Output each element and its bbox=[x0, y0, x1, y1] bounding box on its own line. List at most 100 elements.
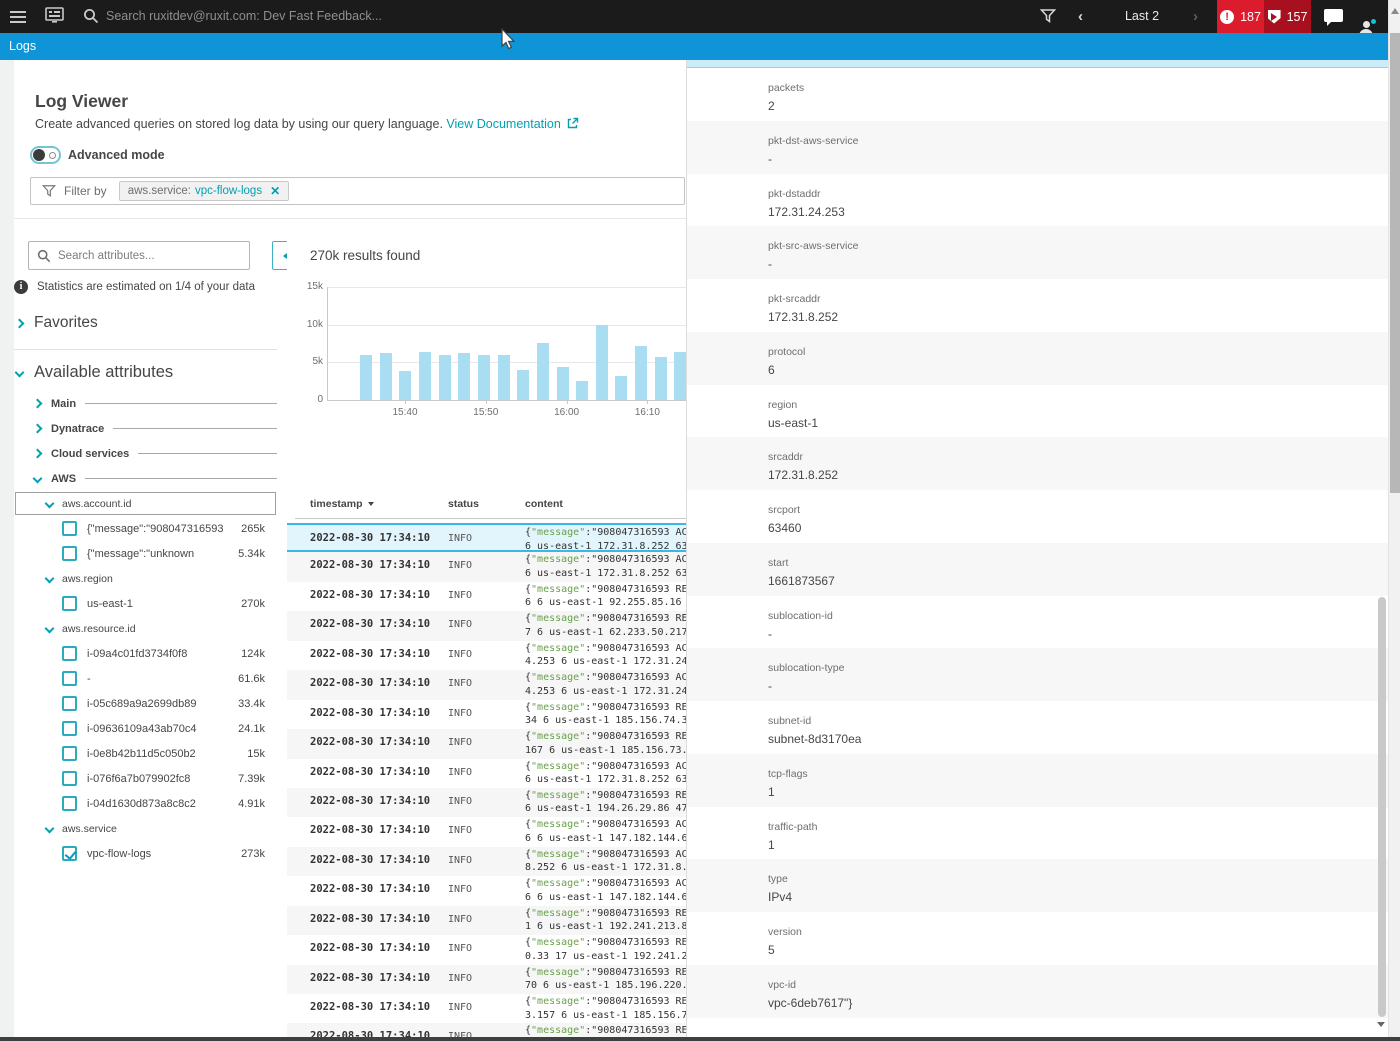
attribute-name: aws.service bbox=[62, 823, 117, 835]
log-timestamp: 2022-08-30 17:34:10 bbox=[310, 766, 430, 778]
global-search-input[interactable]: Search ruxitdev@ruxit.com: Dev Fast Feed… bbox=[106, 0, 382, 33]
table-row[interactable]: 2022-08-30 17:34:10INFO{"message":"90804… bbox=[287, 611, 686, 640]
attribute-value-row[interactable]: i-09a4c01fd3734f0f8124k bbox=[14, 641, 277, 666]
detail-panel-scrollbar[interactable] bbox=[1378, 597, 1386, 1017]
table-row[interactable]: 2022-08-30 17:34:10INFO{"message":"90804… bbox=[287, 759, 686, 788]
time-range-previous-icon[interactable]: ‹ bbox=[1078, 0, 1083, 33]
detail-field-key: tcp-flags bbox=[768, 754, 1388, 780]
hamburger-menu-icon[interactable] bbox=[10, 8, 26, 26]
filter-bar[interactable]: Filter by aws.service: vpc-flow-logs ✕ bbox=[30, 177, 685, 205]
group-label: Main bbox=[51, 398, 76, 410]
security-badge[interactable]: 157 bbox=[1264, 0, 1311, 33]
log-timestamp: 2022-08-30 17:34:10 bbox=[310, 589, 430, 601]
window-scrollbar[interactable] bbox=[1388, 0, 1400, 1041]
column-header-content[interactable]: content bbox=[525, 498, 563, 510]
chart-bar bbox=[674, 352, 686, 400]
table-row[interactable]: 2022-08-30 17:34:10INFO{"message":"90804… bbox=[287, 552, 686, 581]
attribute-group-aws[interactable]: AWS bbox=[14, 466, 277, 491]
search-icon[interactable] bbox=[83, 8, 99, 29]
attribute-group-cloud-services[interactable]: Cloud services bbox=[14, 441, 277, 466]
table-row[interactable]: 2022-08-30 17:34:10INFO{"message":"90804… bbox=[287, 935, 686, 964]
table-row[interactable]: 2022-08-30 17:34:10INFO{"message":"90804… bbox=[287, 729, 686, 758]
advanced-mode-toggle[interactable] bbox=[30, 146, 61, 164]
attribute-value-row[interactable]: i-076f6a7b079902fc87.39k bbox=[14, 766, 277, 791]
checkbox-checked[interactable] bbox=[62, 846, 77, 861]
attribute-value-row[interactable]: i-04d1630d873a8c8c24.91k bbox=[14, 791, 277, 816]
attribute-header-aws.region[interactable]: aws.region bbox=[14, 566, 277, 591]
scroll-up-icon[interactable] bbox=[1391, 8, 1399, 14]
filter-icon[interactable] bbox=[1040, 8, 1056, 29]
table-row[interactable]: 2022-08-30 17:34:10INFO{"message":"90804… bbox=[287, 700, 686, 729]
checkbox-unchecked[interactable] bbox=[62, 671, 77, 686]
table-row[interactable]: 2022-08-30 17:34:10INFO{"message":"90804… bbox=[287, 1023, 686, 1038]
chat-icon[interactable] bbox=[1324, 9, 1343, 22]
attribute-value-row[interactable]: -61.6k bbox=[14, 666, 277, 691]
attribute-group-main[interactable]: Main bbox=[14, 391, 277, 416]
table-row[interactable]: 2022-08-30 17:34:10INFO{"message":"90804… bbox=[287, 523, 686, 552]
favorites-section-header[interactable]: Favorites bbox=[16, 314, 98, 332]
column-header-timestamp[interactable]: timestamp bbox=[310, 498, 374, 510]
table-row[interactable]: 2022-08-30 17:34:10INFO{"message":"90804… bbox=[287, 788, 686, 817]
column-header-status[interactable]: status bbox=[448, 498, 479, 510]
attribute-header-aws.account.id[interactable]: aws.account.id bbox=[14, 491, 277, 516]
log-content: {"message":"908047316593 AC 4.253 6 us-e… bbox=[525, 642, 686, 669]
checkbox-unchecked[interactable] bbox=[62, 796, 77, 811]
table-row[interactable]: 2022-08-30 17:34:10INFO{"message":"90804… bbox=[287, 817, 686, 846]
log-status: INFO bbox=[448, 649, 472, 660]
table-row[interactable]: 2022-08-30 17:34:10INFO{"message":"90804… bbox=[287, 876, 686, 905]
problems-badge[interactable]: ! 187 bbox=[1217, 0, 1264, 33]
dashboards-icon[interactable] bbox=[45, 7, 64, 30]
table-row[interactable]: 2022-08-30 17:34:10INFO{"message":"90804… bbox=[287, 906, 686, 935]
log-timestamp: 2022-08-30 17:34:10 bbox=[310, 795, 430, 807]
table-row[interactable]: 2022-08-30 17:34:10INFO{"message":"90804… bbox=[287, 670, 686, 699]
checkbox-unchecked[interactable] bbox=[62, 746, 77, 761]
checkbox-unchecked[interactable] bbox=[62, 771, 77, 786]
search-attributes-input[interactable]: Search attributes... bbox=[28, 241, 250, 270]
checkbox-unchecked[interactable] bbox=[62, 596, 77, 611]
view-documentation-link[interactable]: View Documentation bbox=[446, 117, 560, 131]
table-row[interactable]: 2022-08-30 17:34:10INFO{"message":"90804… bbox=[287, 847, 686, 876]
table-row[interactable]: 2022-08-30 17:34:10INFO{"message":"90804… bbox=[287, 641, 686, 670]
attribute-value-row[interactable]: i-0e8b42b11d5c050b215k bbox=[14, 741, 277, 766]
chevron-down-icon bbox=[45, 624, 55, 634]
attribute-value-row[interactable]: {"message":"908047316593265k bbox=[14, 516, 277, 541]
checkbox-unchecked[interactable] bbox=[62, 646, 77, 661]
remove-filter-icon[interactable]: ✕ bbox=[270, 184, 280, 198]
table-row[interactable]: 2022-08-30 17:34:10INFO{"message":"90804… bbox=[287, 994, 686, 1023]
checkbox-unchecked[interactable] bbox=[62, 696, 77, 711]
attribute-name: aws.resource.id bbox=[62, 623, 136, 635]
filter-chip[interactable]: aws.service: vpc-flow-logs ✕ bbox=[119, 181, 289, 201]
attribute-value-row[interactable]: {"message":"unknown5.34k bbox=[14, 541, 277, 566]
time-range-next-icon[interactable]: › bbox=[1193, 0, 1198, 33]
attribute-value-row[interactable]: vpc-flow-logs273k bbox=[14, 841, 277, 866]
breadcrumb[interactable]: Logs bbox=[9, 33, 1388, 60]
attribute-value-label: i-09636109a43ab70c4 bbox=[87, 723, 238, 735]
chart-bar bbox=[655, 357, 667, 400]
checkbox-unchecked[interactable] bbox=[62, 521, 77, 536]
detail-field-value: 2 bbox=[768, 94, 1388, 113]
scroll-down-icon[interactable] bbox=[1377, 1022, 1385, 1027]
log-status: INFO bbox=[448, 1002, 472, 1013]
detail-field-row: sublocation-type- bbox=[687, 648, 1388, 701]
detail-fields: packets2pkt-dst-aws-service-pkt-dstaddr1… bbox=[687, 68, 1388, 1018]
chevron-right-icon bbox=[33, 449, 43, 459]
attribute-header-aws.service[interactable]: aws.service bbox=[14, 816, 277, 841]
attribute-value-row[interactable]: i-05c689a9a2699db8933.4k bbox=[14, 691, 277, 716]
attribute-value-row[interactable]: i-09636109a43ab70c424.1k bbox=[14, 716, 277, 741]
table-row[interactable]: 2022-08-30 17:34:10INFO{"message":"90804… bbox=[287, 582, 686, 611]
detail-field-row: subnet-idsubnet-8d3170ea bbox=[687, 701, 1388, 754]
attribute-value-row[interactable]: us-east-1270k bbox=[14, 591, 277, 616]
window-scrollbar-thumb[interactable] bbox=[1390, 33, 1400, 493]
attribute-header-aws.resource.id[interactable]: aws.resource.id bbox=[14, 616, 277, 641]
log-timestamp: 2022-08-30 17:34:10 bbox=[310, 559, 430, 571]
detail-field-row: traffic-path1 bbox=[687, 807, 1388, 860]
user-status-dot bbox=[1370, 18, 1377, 25]
log-content: {"message":"908047316593 AC 6 us-east-1 … bbox=[525, 760, 686, 787]
table-row[interactable]: 2022-08-30 17:34:10INFO{"message":"90804… bbox=[287, 965, 686, 994]
chevron-down-icon bbox=[45, 824, 55, 834]
checkbox-unchecked[interactable] bbox=[62, 546, 77, 561]
available-attributes-header[interactable]: Available attributes bbox=[16, 363, 173, 382]
attribute-group-dynatrace[interactable]: Dynatrace bbox=[14, 416, 277, 441]
checkbox-unchecked[interactable] bbox=[62, 721, 77, 736]
log-content: {"message":"908047316593 AC 6 6 us-east-… bbox=[525, 877, 686, 904]
